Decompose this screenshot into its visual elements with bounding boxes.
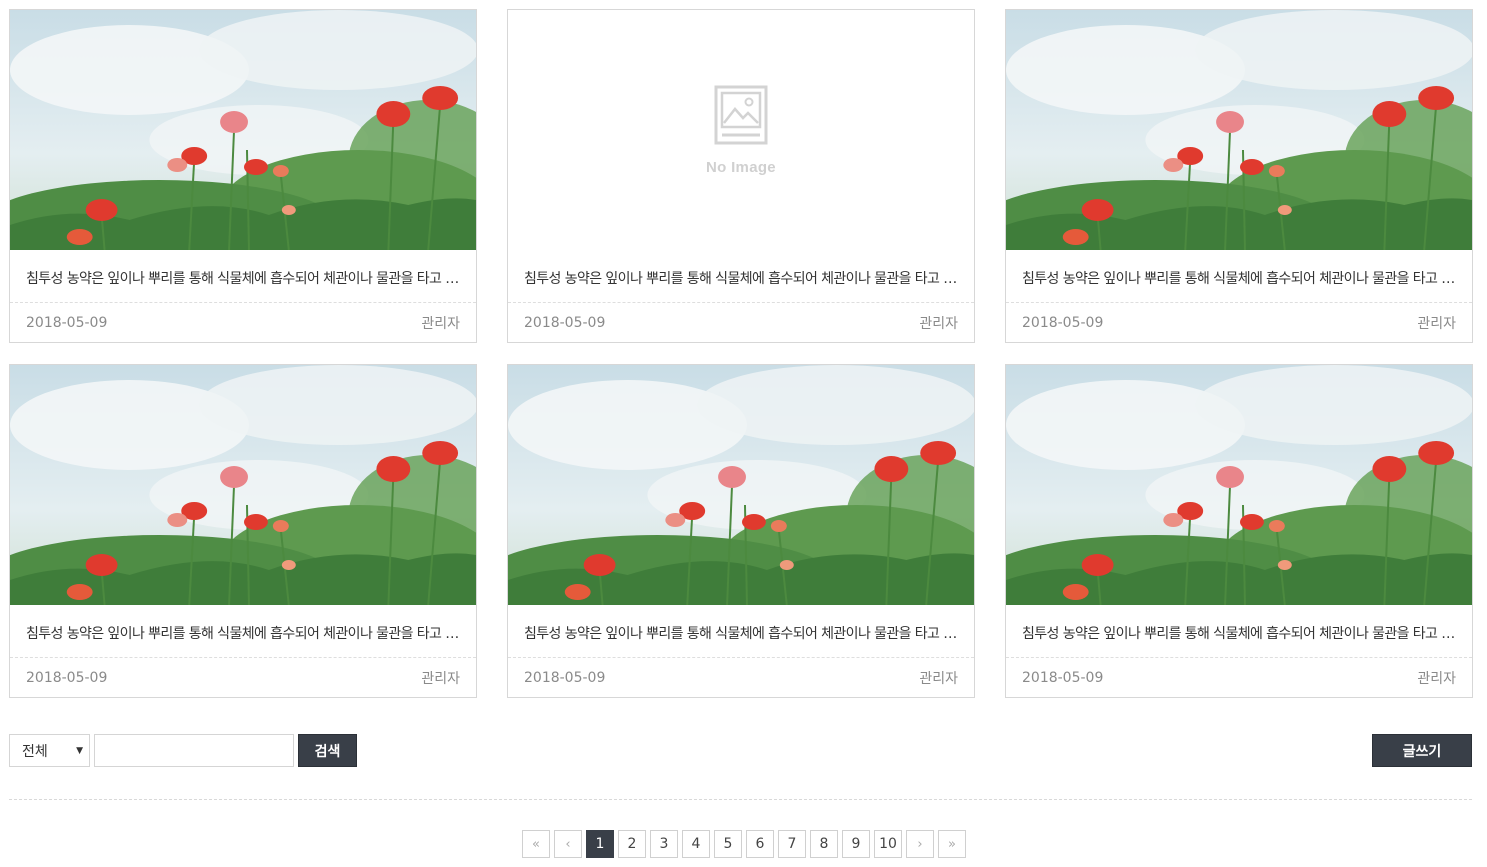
page-button-1[interactable]: 1 (586, 830, 614, 858)
post-thumbnail[interactable] (1006, 10, 1472, 250)
post-thumbnail[interactable] (10, 365, 476, 605)
search-button[interactable]: 검색 (298, 734, 357, 767)
post-author: 관리자 (919, 670, 958, 687)
category-select[interactable]: 전체 ▼ (9, 734, 90, 767)
post-date: 2018-05-09 (1022, 669, 1104, 686)
post-card[interactable]: 침투성 농약은 잎이나 뿌리를 통해 식물체에 흡수되어 체관이나 물관을 타고… (1005, 9, 1473, 343)
post-title[interactable]: 침투성 농약은 잎이나 뿌리를 통해 식물체에 흡수되어 체관이나 물관을 타고… (508, 250, 974, 302)
page-button-7[interactable]: 7 (778, 830, 806, 858)
divider (9, 799, 1472, 800)
post-thumbnail[interactable] (508, 365, 974, 605)
post-author: 관리자 (1417, 315, 1456, 332)
post-card[interactable]: 침투성 농약은 잎이나 뿌리를 통해 식물체에 흡수되어 체관이나 물관을 타고… (1005, 364, 1473, 698)
post-title[interactable]: 침투성 농약은 잎이나 뿌리를 통해 식물체에 흡수되어 체관이나 물관을 타고… (10, 250, 476, 302)
post-meta: 2018-05-09 관리자 (1006, 302, 1472, 342)
page-button-3[interactable]: 3 (650, 830, 678, 858)
post-date: 2018-05-09 (524, 314, 606, 331)
post-card[interactable]: 침투성 농약은 잎이나 뿌리를 통해 식물체에 흡수되어 체관이나 물관을 타고… (507, 364, 975, 698)
post-date: 2018-05-09 (1022, 314, 1104, 331)
page-button-5[interactable]: 5 (714, 830, 742, 858)
post-card[interactable]: 침투성 농약은 잎이나 뿌리를 통해 식물체에 흡수되어 체관이나 물관을 타고… (9, 9, 477, 343)
last-page-button[interactable]: » (938, 830, 966, 858)
page-button-4[interactable]: 4 (682, 830, 710, 858)
post-card[interactable]: No Image 침투성 농약은 잎이나 뿌리를 통해 식물체에 흡수되어 체관이… (507, 9, 975, 343)
search-toolbar: 전체 ▼ 검색 글쓰기 (9, 734, 1472, 767)
page-button-10[interactable]: 10 (874, 830, 902, 858)
write-button[interactable]: 글쓰기 (1372, 734, 1472, 767)
post-title[interactable]: 침투성 농약은 잎이나 뿌리를 통해 식물체에 흡수되어 체관이나 물관을 타고… (10, 605, 476, 657)
page-button-8[interactable]: 8 (810, 830, 838, 858)
post-meta: 2018-05-09 관리자 (508, 657, 974, 697)
no-image-label: No Image (706, 158, 776, 176)
post-author: 관리자 (421, 670, 460, 687)
post-thumbnail[interactable] (1006, 365, 1472, 605)
caret-down-icon: ▼ (76, 746, 83, 756)
search-input[interactable] (94, 734, 294, 767)
pagination: « ‹ 1 2 3 4 5 6 7 8 9 10 › » (522, 830, 966, 858)
prev-page-button[interactable]: ‹ (554, 830, 582, 858)
page-button-9[interactable]: 9 (842, 830, 870, 858)
post-title[interactable]: 침투성 농약은 잎이나 뿌리를 통해 식물체에 흡수되어 체관이나 물관을 타고… (508, 605, 974, 657)
post-card[interactable]: 침투성 농약은 잎이나 뿌리를 통해 식물체에 흡수되어 체관이나 물관을 타고… (9, 364, 477, 698)
page-button-2[interactable]: 2 (618, 830, 646, 858)
post-author: 관리자 (1417, 670, 1456, 687)
post-author: 관리자 (919, 315, 958, 332)
post-thumbnail[interactable] (10, 10, 476, 250)
post-meta: 2018-05-09 관리자 (10, 302, 476, 342)
post-meta: 2018-05-09 관리자 (1006, 657, 1472, 697)
post-meta: 2018-05-09 관리자 (10, 657, 476, 697)
post-date: 2018-05-09 (26, 314, 108, 331)
no-image-placeholder[interactable]: No Image (508, 10, 974, 250)
post-title[interactable]: 침투성 농약은 잎이나 뿌리를 통해 식물체에 흡수되어 체관이나 물관을 타고… (1006, 605, 1472, 657)
next-page-button[interactable]: › (906, 830, 934, 858)
post-title[interactable]: 침투성 농약은 잎이나 뿌리를 통해 식물체에 흡수되어 체관이나 물관을 타고… (1006, 250, 1472, 302)
category-select-value: 전체 (22, 743, 48, 760)
first-page-button[interactable]: « (522, 830, 550, 858)
post-date: 2018-05-09 (26, 669, 108, 686)
page-button-6[interactable]: 6 (746, 830, 774, 858)
post-author: 관리자 (421, 315, 460, 332)
image-placeholder-icon (714, 85, 768, 151)
page-numbers: 1 2 3 4 5 6 7 8 9 10 (586, 830, 902, 858)
post-meta: 2018-05-09 관리자 (508, 302, 974, 342)
post-date: 2018-05-09 (524, 669, 606, 686)
gallery-grid: 침투성 농약은 잎이나 뿌리를 통해 식물체에 흡수되어 체관이나 물관을 타고… (9, 9, 1473, 698)
